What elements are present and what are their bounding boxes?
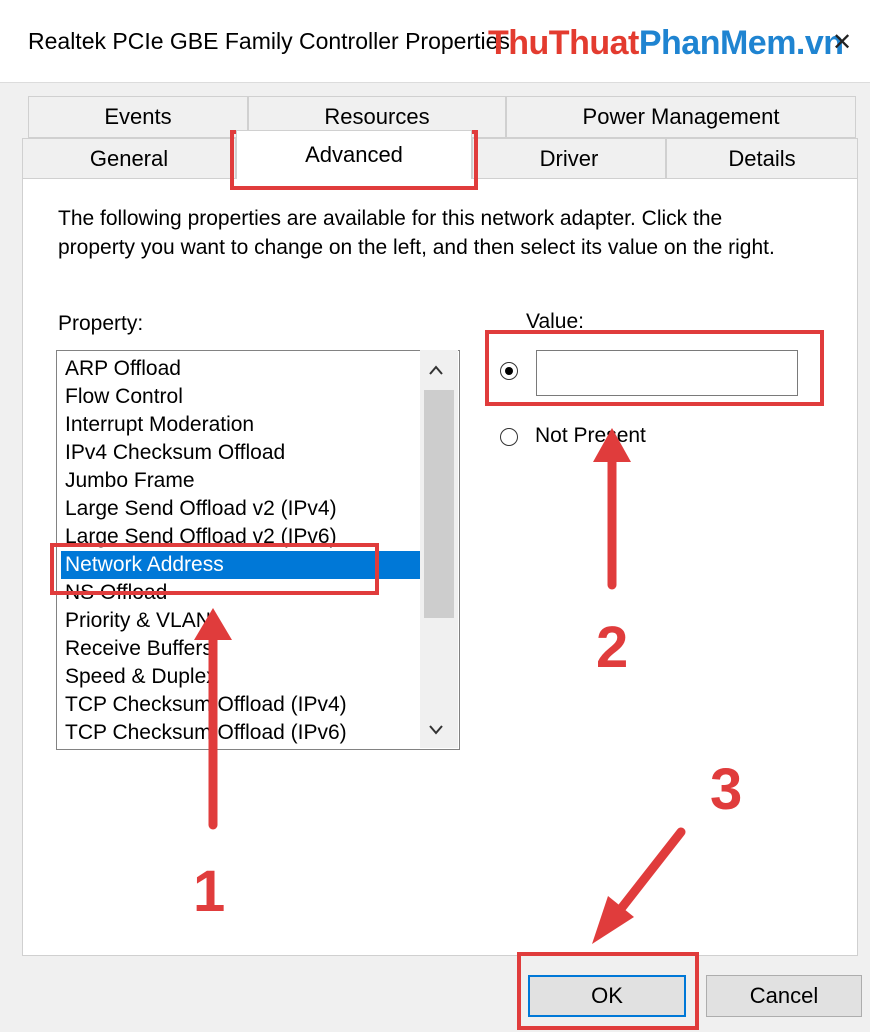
not-present-radio[interactable] bbox=[500, 428, 518, 446]
tab-details[interactable]: Details bbox=[666, 138, 858, 179]
list-item[interactable]: Jumbo Frame bbox=[65, 467, 421, 495]
step-number-2: 2 bbox=[596, 615, 629, 680]
tab-events[interactable]: Events bbox=[28, 96, 248, 138]
watermark-part2: PhanMem.vn bbox=[638, 24, 844, 62]
annotation-box-value bbox=[485, 330, 824, 406]
list-item[interactable]: Priority & VLAN bbox=[65, 607, 421, 635]
window-title: Realtek PCIe GBE Family Controller Prope… bbox=[28, 28, 510, 54]
description-text: The following properties are available f… bbox=[58, 207, 775, 259]
list-item[interactable]: TCP Checksum Offload (IPv6) bbox=[65, 719, 421, 747]
tab-driver[interactable]: Driver bbox=[472, 138, 666, 179]
watermark: ThuThuatPhanMem.vn bbox=[488, 24, 844, 63]
list-item[interactable]: IPv4 Checksum Offload bbox=[65, 439, 421, 467]
not-present-label: Not Present bbox=[535, 424, 646, 447]
tab-advanced[interactable]: Advanced bbox=[236, 130, 472, 179]
list-item[interactable]: Speed & Duplex bbox=[65, 663, 421, 691]
step-number-3: 3 bbox=[710, 757, 743, 822]
cancel-button[interactable]: Cancel bbox=[706, 975, 862, 1017]
tab-general[interactable]: General bbox=[22, 138, 236, 179]
close-icon[interactable]: ✕ bbox=[832, 28, 852, 57]
list-item[interactable]: TCP Checksum Offload (IPv4) bbox=[65, 691, 421, 719]
list-item[interactable]: ARP Offload bbox=[65, 355, 421, 383]
annotation-box-ok bbox=[517, 952, 699, 1030]
tab-power-management[interactable]: Power Management bbox=[506, 96, 856, 138]
list-item[interactable]: Large Send Offload v2 (IPv4) bbox=[65, 495, 421, 523]
list-item[interactable]: Interrupt Moderation bbox=[65, 411, 421, 439]
list-item[interactable]: Flow Control bbox=[65, 383, 421, 411]
watermark-part1: ThuThuat bbox=[488, 24, 639, 62]
list-item[interactable]: Receive Buffers bbox=[65, 635, 421, 663]
chevron-down-icon[interactable] bbox=[428, 720, 444, 741]
step-number-1: 1 bbox=[193, 859, 226, 924]
chevron-up-icon[interactable] bbox=[428, 360, 444, 381]
property-label: Property: bbox=[58, 312, 144, 335]
annotation-box-network-address bbox=[50, 543, 379, 595]
scroll-thumb[interactable] bbox=[424, 390, 454, 618]
